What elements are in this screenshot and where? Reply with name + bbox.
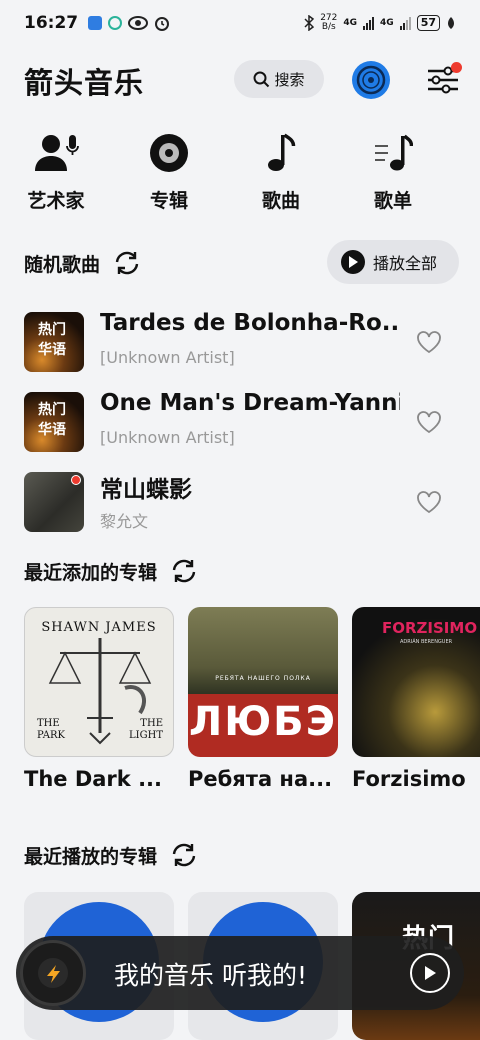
circle-notification-icon xyxy=(108,16,123,30)
song-title: 常山蝶影 xyxy=(100,477,192,503)
mini-player[interactable]: 我的音乐 听我的! xyxy=(16,936,464,1010)
refresh-icon[interactable] xyxy=(169,556,199,586)
refresh-icon[interactable] xyxy=(112,248,142,278)
now-playing-disc-button[interactable] xyxy=(352,61,390,99)
song-list-item[interactable]: 常山蝶影 黎允文 xyxy=(24,470,460,534)
network-type-1: 4G xyxy=(343,18,358,28)
net-speed: 272 B/s xyxy=(320,13,338,32)
song-artist: [Unknown Artist] xyxy=(100,348,235,367)
category-label: 专辑 xyxy=(149,190,188,212)
search-button[interactable]: 搜索 xyxy=(234,60,324,98)
battery-indicator: 57 xyxy=(416,15,440,31)
song-artist: [Unknown Artist] xyxy=(100,428,235,447)
playlist-icon xyxy=(375,134,413,171)
status-bar: 16:27 272 B/s 4G 4G 57 xyxy=(0,0,480,46)
search-label: 搜索 xyxy=(274,70,305,89)
recent-played-header: 最近播放的专辑 xyxy=(24,840,199,870)
song-title: Tardes de Bolonha-Ro... xyxy=(100,310,400,336)
category-album[interactable]: 专辑 xyxy=(129,132,209,213)
category-label: 歌单 xyxy=(373,190,412,212)
heart-icon[interactable] xyxy=(416,410,442,434)
song-artist: 黎允文 xyxy=(100,512,149,531)
category-label: 艺术家 xyxy=(27,190,85,212)
heart-icon[interactable] xyxy=(416,490,442,514)
album-title: Ребята на... xyxy=(188,767,333,791)
leaf-icon xyxy=(448,17,454,29)
signal-icon-2 xyxy=(399,16,411,30)
album-card[interactable]: FORZISIMO ADRIÁN BERENGUER Forzisimo xyxy=(352,607,480,791)
song-thumbnail xyxy=(24,472,84,532)
play-all-label: 播放全部 xyxy=(373,254,438,273)
album-cover: SHAWN JAMES THE PARK THE LIGHT xyxy=(24,607,174,757)
song-list-item[interactable]: 热门华语 Tardes de Bolonha-Ro... [Unknown Ar… xyxy=(24,310,460,374)
category-playlist[interactable]: 歌单 xyxy=(353,132,433,213)
status-time: 16:27 xyxy=(24,13,79,33)
heart-icon[interactable] xyxy=(416,330,442,354)
song-thumbnail: 热门华语 xyxy=(24,312,84,372)
song-thumbnail: 热门华语 xyxy=(24,392,84,452)
album-title: The Dark ... xyxy=(24,767,162,791)
player-text: 我的音乐 听我的! xyxy=(114,961,307,990)
play-all-button[interactable]: 播放全部 xyxy=(327,240,459,284)
recent-albums-header: 最近添加的专辑 xyxy=(24,556,199,586)
artist-icon xyxy=(35,135,79,171)
bluetooth-icon xyxy=(304,15,315,31)
category-artist[interactable]: 艺术家 xyxy=(16,132,96,213)
album-cover: РЕБЯТА НАШЕГО ПОЛКА ЛЮБЭ xyxy=(188,607,338,757)
search-icon xyxy=(253,71,270,87)
signal-icon xyxy=(363,16,375,30)
music-note-icon xyxy=(268,133,296,171)
section-title: 随机歌曲 xyxy=(24,253,101,276)
app-notification-icon xyxy=(88,16,103,30)
player-play-button[interactable] xyxy=(410,953,450,993)
network-type-2: 4G xyxy=(380,18,394,28)
eye-icon xyxy=(128,16,149,30)
play-icon xyxy=(425,966,436,980)
alarm-icon xyxy=(155,17,170,31)
section-title: 最近添加的专辑 xyxy=(24,561,158,584)
notification-badge xyxy=(451,62,462,73)
category-songs[interactable]: 歌曲 xyxy=(241,132,321,213)
album-card[interactable]: РЕБЯТА НАШЕГО ПОЛКА ЛЮБЭ Ребята на... xyxy=(188,607,338,791)
player-disc-icon xyxy=(20,940,86,1006)
section-title: 最近播放的专辑 xyxy=(24,845,158,868)
album-disc-icon xyxy=(150,134,188,172)
song-list-item[interactable]: 热门华语 One Man's Dream-Yanni [Unknown Arti… xyxy=(24,390,460,454)
random-songs-header: 随机歌曲 xyxy=(24,248,142,278)
album-card[interactable]: SHAWN JAMES THE PARK THE LIGHT The Dark … xyxy=(24,607,174,791)
play-icon xyxy=(341,250,365,274)
refresh-icon[interactable] xyxy=(169,840,199,870)
album-title: Forzisimo xyxy=(352,767,466,791)
song-title: One Man's Dream-Yanni xyxy=(100,390,400,416)
category-label: 歌曲 xyxy=(261,190,300,212)
red-dot-badge xyxy=(71,475,81,485)
vinyl-disc-icon xyxy=(356,65,386,95)
album-cover: FORZISIMO ADRIÁN BERENGUER xyxy=(352,607,480,757)
app-title: 箭头音乐 xyxy=(24,66,145,100)
settings-sliders-button[interactable] xyxy=(426,62,462,96)
